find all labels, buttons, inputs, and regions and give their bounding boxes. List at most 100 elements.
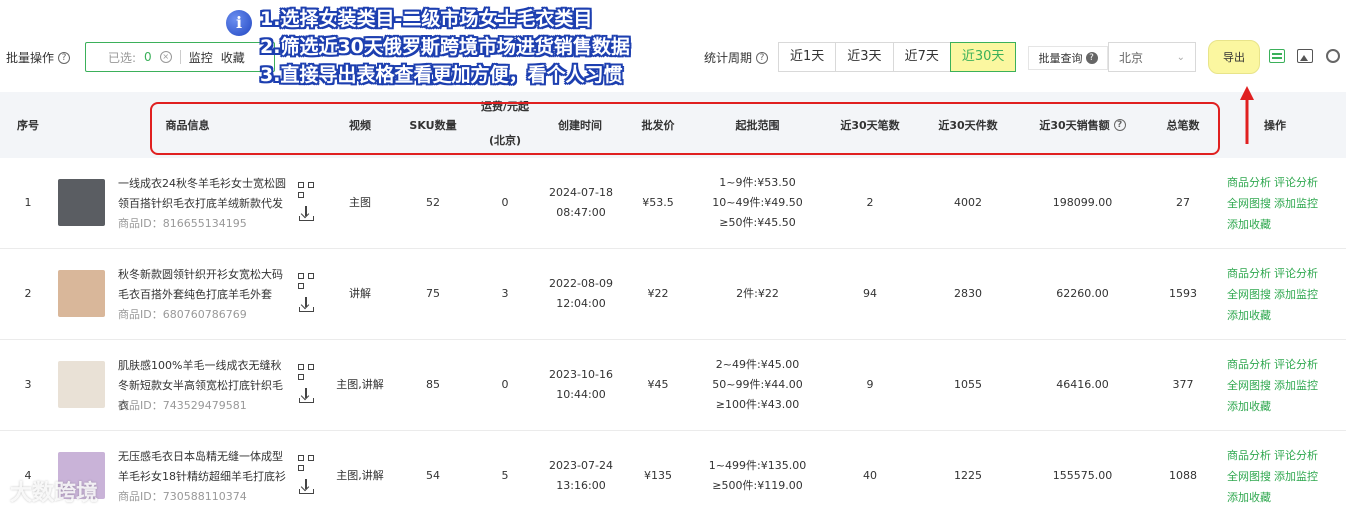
add-favorite-link[interactable]: 添加收藏 bbox=[1227, 400, 1271, 413]
row-actions: 商品分析 评论分析 全网图搜 添加监控 添加收藏 bbox=[1227, 263, 1342, 326]
city-select[interactable]: 北京 ⌄ bbox=[1108, 42, 1196, 72]
total-orders: 1088 bbox=[1169, 469, 1197, 482]
orders-30d: 94 bbox=[863, 287, 877, 300]
created-date: 2022-08-09 bbox=[549, 277, 613, 290]
total-orders: 27 bbox=[1176, 196, 1190, 209]
period-1d-button[interactable]: 近1天 bbox=[778, 42, 837, 72]
pieces-30d: 2830 bbox=[954, 287, 982, 300]
settings-icon[interactable] bbox=[1326, 49, 1340, 63]
download-icon[interactable] bbox=[298, 388, 314, 404]
bulk-query-label: 批量查询 bbox=[1038, 52, 1083, 65]
batch-range: 2~49件:¥45.00 50~99件:¥44.00 ≥100件:¥43.00 bbox=[700, 340, 815, 430]
bulk-query-button[interactable]: 批量查询 ? bbox=[1028, 46, 1108, 70]
add-favorite-link[interactable]: 添加收藏 bbox=[1227, 491, 1271, 504]
range-tier: 10~49件:¥49.50 bbox=[712, 196, 803, 209]
range-tier: 1~9件:¥53.50 bbox=[719, 176, 796, 189]
row-actions: 商品分析 评论分析 全网图搜 添加监控 添加收藏 bbox=[1227, 354, 1342, 417]
total-orders: 1593 bbox=[1169, 287, 1197, 300]
period-30d-button[interactable]: 近30天 bbox=[949, 42, 1017, 72]
period-7d-button[interactable]: 近7天 bbox=[892, 42, 951, 72]
row-index: 2 bbox=[24, 287, 32, 300]
download-icon[interactable] bbox=[298, 297, 314, 313]
row-actions: 商品分析 评论分析 全网图搜 添加监控 添加收藏 bbox=[1227, 172, 1342, 235]
product-title[interactable]: 一线成衣24秋冬羊毛衫女士宽松圆领百搭针织毛衣打底羊绒新款代发 bbox=[118, 174, 288, 214]
range-tier: ≥100件:¥43.00 bbox=[715, 398, 800, 411]
product-id: 商品ID：680760786769 bbox=[118, 308, 247, 321]
clear-selection-icon[interactable]: × bbox=[159, 51, 172, 63]
qr-code-icon[interactable] bbox=[298, 273, 314, 289]
review-analysis-link[interactable]: 评论分析 bbox=[1274, 267, 1318, 280]
export-button[interactable]: 导出 bbox=[1208, 40, 1260, 74]
sales-30d: 155575.00 bbox=[1052, 469, 1113, 482]
help-icon[interactable]: ? bbox=[1085, 52, 1098, 64]
image-search-link[interactable]: 全网图搜 bbox=[1227, 197, 1271, 210]
batch-selection-box: 已选: 0 × 监控 收藏 bbox=[85, 42, 275, 72]
product-analysis-link[interactable]: 商品分析 bbox=[1227, 358, 1271, 371]
add-monitor-link[interactable]: 添加监控 bbox=[1274, 288, 1318, 301]
add-favorite-link[interactable]: 添加收藏 bbox=[1227, 218, 1271, 231]
orders-30d: 9 bbox=[866, 378, 874, 391]
add-monitor-link[interactable]: 添加监控 bbox=[1274, 379, 1318, 392]
download-icon[interactable] bbox=[298, 479, 314, 495]
total-orders: 377 bbox=[1172, 378, 1194, 391]
image-search-link[interactable]: 全网图搜 bbox=[1227, 470, 1271, 483]
header-index: 序号 bbox=[17, 119, 39, 132]
orders-30d: 2 bbox=[866, 196, 874, 209]
image-search-link[interactable]: 全网图搜 bbox=[1227, 379, 1271, 392]
batch-operation-text: 批量操作 bbox=[6, 51, 55, 65]
created-time: 2023-10-16 10:44:00 bbox=[545, 340, 617, 430]
product-title[interactable]: 秋冬新款圆领针织开衫女宽松大码毛衣百搭外套纯色打底羊毛外套 bbox=[118, 265, 288, 305]
wholesale-price: ¥22 bbox=[647, 287, 669, 300]
selected-label: 已选: bbox=[108, 50, 137, 65]
row-index: 1 bbox=[24, 196, 32, 209]
qr-code-icon[interactable] bbox=[298, 455, 314, 471]
annotation-line-2: 2.筛选近30天俄罗斯跨境市场进货销售数据 bbox=[260, 36, 630, 58]
image-view-icon[interactable] bbox=[1297, 49, 1313, 63]
add-monitor-link[interactable]: 添加监控 bbox=[1274, 470, 1318, 483]
wholesale-price: ¥135 bbox=[644, 469, 672, 482]
created-clock: 08:47:00 bbox=[556, 206, 606, 219]
sku-count: 75 bbox=[426, 287, 440, 300]
wholesale-price: ¥53.5 bbox=[642, 196, 674, 209]
product-analysis-link[interactable]: 商品分析 bbox=[1227, 267, 1271, 280]
video-type: 主图,讲解 bbox=[336, 378, 384, 391]
highlight-box bbox=[150, 102, 1220, 155]
batch-range: 1~9件:¥53.50 10~49件:¥49.50 ≥50件:¥45.50 bbox=[700, 158, 815, 248]
monitor-button[interactable]: 监控 bbox=[189, 49, 213, 66]
table-row: 1 一线成衣24秋冬羊毛衫女士宽松圆领百搭针织毛衣打底羊绒新款代发 商品ID：8… bbox=[0, 158, 1346, 249]
video-type: 讲解 bbox=[349, 287, 371, 300]
sales-30d: 62260.00 bbox=[1056, 287, 1109, 300]
product-title[interactable]: 无压感毛衣日本岛精无缝一体成型羊毛衫女18针精纺超细羊毛打底衫 bbox=[118, 447, 288, 487]
review-analysis-link[interactable]: 评论分析 bbox=[1274, 449, 1318, 462]
download-icon[interactable] bbox=[298, 206, 314, 222]
sku-count: 54 bbox=[426, 469, 440, 482]
row-index: 3 bbox=[24, 378, 32, 391]
add-favorite-link[interactable]: 添加收藏 bbox=[1227, 309, 1271, 322]
sku-count: 52 bbox=[426, 196, 440, 209]
annotation-line-1: 1.选择女装类目-二级市场女士毛衣类目 bbox=[260, 8, 593, 30]
qr-code-icon[interactable] bbox=[298, 364, 314, 380]
shipping-cost: 0 bbox=[501, 196, 509, 209]
watermark-logo: 大数跨境 bbox=[10, 481, 99, 506]
review-analysis-link[interactable]: 评论分析 bbox=[1274, 176, 1318, 189]
annotation-line-3: 3.直接导出表格查看更加方便，看个人习惯 bbox=[260, 64, 623, 86]
product-thumbnail[interactable] bbox=[58, 179, 105, 226]
favorite-button[interactable]: 收藏 bbox=[221, 49, 245, 66]
pieces-30d: 4002 bbox=[954, 196, 982, 209]
help-icon[interactable]: ? bbox=[756, 51, 769, 64]
list-view-icon[interactable] bbox=[1269, 49, 1285, 63]
help-icon[interactable]: ? bbox=[58, 51, 71, 64]
add-monitor-link[interactable]: 添加监控 bbox=[1274, 197, 1318, 210]
shipping-cost: 3 bbox=[501, 287, 509, 300]
review-analysis-link[interactable]: 评论分析 bbox=[1274, 358, 1318, 371]
product-thumbnail[interactable] bbox=[58, 270, 105, 317]
product-thumbnail[interactable] bbox=[58, 361, 105, 408]
qr-code-icon[interactable] bbox=[298, 182, 314, 198]
image-search-link[interactable]: 全网图搜 bbox=[1227, 288, 1271, 301]
video-type: 主图,讲解 bbox=[336, 469, 384, 482]
period-3d-button[interactable]: 近3天 bbox=[835, 42, 894, 72]
annotation-arrow bbox=[1240, 86, 1254, 144]
product-analysis-link[interactable]: 商品分析 bbox=[1227, 449, 1271, 462]
product-analysis-link[interactable]: 商品分析 bbox=[1227, 176, 1271, 189]
table-row: 3 肌肤感100%羊毛一线成衣无缝秋冬新短款女半高领宽松打底针织毛衣 商品ID：… bbox=[0, 340, 1346, 431]
